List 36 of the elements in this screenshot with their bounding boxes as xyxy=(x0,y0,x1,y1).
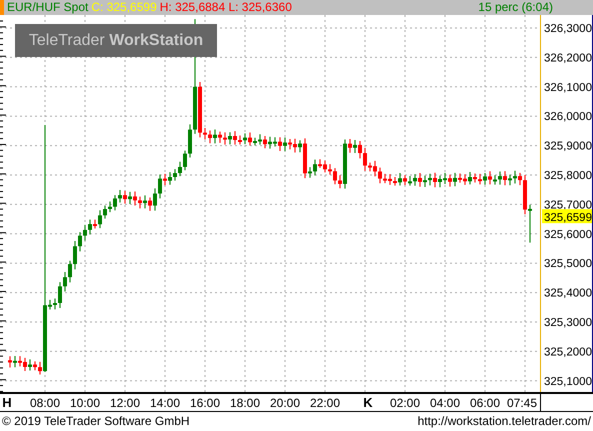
close-price: C: 325,6599 xyxy=(91,0,157,15)
price-label: 326,1000 xyxy=(544,82,592,94)
last-price-badge: 325,6599 xyxy=(542,209,592,224)
time-label: 18:00 xyxy=(230,396,260,410)
time-label: 06:00 xyxy=(470,396,500,410)
time-label: 02:00 xyxy=(390,396,420,410)
price-label: 325,8000 xyxy=(544,170,592,182)
time-label: 04:00 xyxy=(430,396,460,410)
interval-label: 15 perc (6:04) xyxy=(478,0,553,15)
time-label: H xyxy=(2,395,12,410)
time-label: 12:00 xyxy=(110,396,140,410)
logo-text: TeleTrader WorkStation xyxy=(28,32,204,50)
price-label: 325,7000 xyxy=(544,199,592,212)
website-link[interactable]: http://workstation.teletrader.com/ xyxy=(418,414,591,428)
color-marker-icon xyxy=(0,0,4,15)
price-label: 325,3000 xyxy=(544,317,592,329)
time-label: 08:00 xyxy=(30,396,60,410)
price-label: 326,2000 xyxy=(544,52,592,64)
symbol-label: EUR/HUF Spot xyxy=(7,0,88,15)
time-label: 20:00 xyxy=(270,396,300,410)
price-label: 326,3000 xyxy=(544,23,592,35)
time-label: 22:00 xyxy=(310,396,340,410)
time-label: 10:00 xyxy=(70,396,100,410)
time-label: K xyxy=(363,395,373,410)
price-label: 325,4000 xyxy=(544,288,592,300)
price-label: 325,1000 xyxy=(544,376,592,388)
time-label: 07:45 xyxy=(506,396,538,410)
high-low-prices: H: 325,6884 L: 325,6360 xyxy=(160,0,292,15)
price-label: 325,9000 xyxy=(544,140,592,153)
copyright-text: © 2019 TeleTrader Software GmbH xyxy=(2,414,190,428)
price-label: 325,5000 xyxy=(544,258,592,270)
time-label: 14:00 xyxy=(150,396,180,410)
price-label: 325,6000 xyxy=(544,228,592,241)
price-label: 325,2000 xyxy=(544,346,592,358)
time-label: 16:00 xyxy=(190,396,220,410)
price-label: 326,0000 xyxy=(544,111,592,124)
